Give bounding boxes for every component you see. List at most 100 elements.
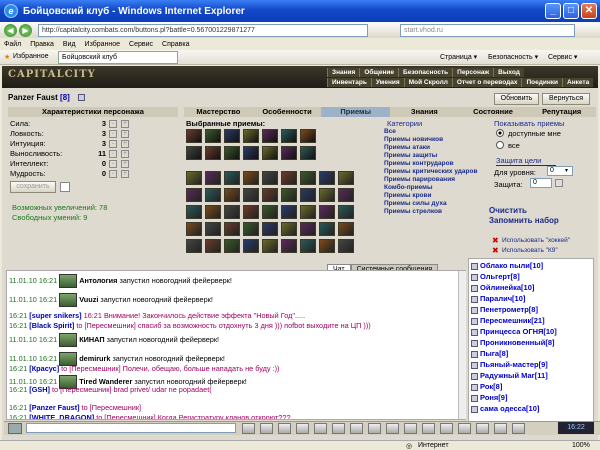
- skill-icon[interactable]: [338, 222, 354, 236]
- minus-icon[interactable]: -: [109, 160, 117, 168]
- plus-icon[interactable]: +: [121, 160, 129, 168]
- protect-input[interactable]: 0: [530, 178, 552, 188]
- skill-icon[interactable]: [243, 188, 259, 202]
- selected-skill-icon[interactable]: [262, 146, 278, 160]
- skill-icon[interactable]: [224, 188, 240, 202]
- user-name[interactable]: Пенетрометр[8]: [480, 305, 538, 314]
- chat-tool-icon[interactable]: [386, 423, 399, 434]
- user-badge-icon[interactable]: [471, 339, 478, 347]
- skill-icon[interactable]: [243, 205, 259, 219]
- skill-icon[interactable]: [281, 205, 297, 219]
- plus-icon[interactable]: +: [121, 150, 129, 158]
- skill-icon[interactable]: [205, 222, 221, 236]
- category-link[interactable]: Приемы защиты: [384, 152, 437, 159]
- minus-icon[interactable]: -: [109, 140, 117, 148]
- save-button[interactable]: сохранить: [10, 181, 56, 193]
- chat-tool-icon[interactable]: [494, 423, 507, 434]
- user-entry[interactable]: Рок[8]: [471, 382, 502, 391]
- chat-user[interactable]: demirurk: [79, 354, 110, 363]
- skill-icon[interactable]: [205, 205, 221, 219]
- menu-edit[interactable]: Правка: [30, 41, 54, 48]
- selected-skill-icon[interactable]: [300, 129, 316, 143]
- skill-icon[interactable]: [281, 239, 297, 253]
- tab-active[interactable]: Бойцовский клуб: [58, 51, 178, 64]
- chat-input[interactable]: [26, 423, 236, 433]
- user-entry[interactable]: Паралич[10]: [471, 294, 525, 303]
- skill-icon[interactable]: [281, 222, 297, 236]
- nav-inventory[interactable]: Инвентарь: [327, 78, 371, 87]
- page-menu[interactable]: Страница ▾: [440, 53, 477, 61]
- skill-icon[interactable]: [224, 222, 240, 236]
- skill-icon[interactable]: [224, 205, 240, 219]
- skill-icon[interactable]: [300, 222, 316, 236]
- user-name[interactable]: Облако пыли[10]: [480, 261, 543, 270]
- user-name[interactable]: Принцесса ОГНЯ[10]: [480, 327, 557, 336]
- selected-skill-icon[interactable]: [186, 146, 202, 160]
- user-badge-icon[interactable]: [471, 394, 478, 402]
- user-entry[interactable]: Ольгерт[8]: [471, 272, 520, 281]
- minimize-button[interactable]: _: [545, 3, 561, 19]
- minus-icon[interactable]: -: [109, 150, 117, 158]
- menu-favorites[interactable]: Избранное: [85, 41, 120, 48]
- selected-skill-icon[interactable]: [281, 129, 297, 143]
- selected-skill-icon[interactable]: [224, 146, 240, 160]
- chevron-down-icon[interactable]: ▾: [565, 167, 568, 174]
- skill-icon[interactable]: [262, 222, 278, 236]
- chat-tool-icon[interactable]: [476, 423, 489, 434]
- skill-icon[interactable]: [300, 171, 316, 185]
- cross-icon[interactable]: ✖: [492, 236, 499, 245]
- skill-icon[interactable]: [262, 205, 278, 219]
- user-badge-icon[interactable]: [471, 350, 478, 358]
- clear-link[interactable]: Очистить: [489, 206, 527, 215]
- skill-icon[interactable]: [319, 239, 335, 253]
- skill-icon[interactable]: [243, 171, 259, 185]
- search-input[interactable]: start.vhod.ru: [400, 24, 575, 37]
- chat-tool-icon[interactable]: [368, 423, 381, 434]
- user-badge-icon[interactable]: [471, 361, 478, 369]
- tab-techniques[interactable]: Приемы: [321, 107, 391, 117]
- skill-icon[interactable]: [319, 222, 335, 236]
- selected-skill-icon[interactable]: [243, 146, 259, 160]
- user-name[interactable]: Проникновенный[8]: [480, 338, 554, 347]
- remember-link[interactable]: Запомнить набор: [489, 216, 559, 225]
- skill-icon[interactable]: [319, 205, 335, 219]
- category-link[interactable]: Приемы стрелков: [384, 208, 442, 215]
- category-link[interactable]: Приемы крови: [384, 192, 432, 199]
- chat-mode-icon[interactable]: [8, 423, 22, 434]
- nav-fights[interactable]: Поединки: [521, 78, 563, 87]
- user-name[interactable]: Пьяный-мастер[9]: [480, 360, 548, 369]
- user-entry[interactable]: Пенетрометр[8]: [471, 305, 538, 314]
- nav-transfers[interactable]: Отчет о переводах: [451, 78, 522, 87]
- chat-tool-icon[interactable]: [314, 423, 327, 434]
- forward-icon[interactable]: ▶: [19, 23, 32, 37]
- chat-user[interactable]: Антология: [79, 276, 117, 285]
- user-badge-icon[interactable]: [471, 405, 478, 413]
- user-name[interactable]: Роня[9]: [480, 393, 507, 402]
- skill-icon[interactable]: [338, 239, 354, 253]
- skill-icon[interactable]: [186, 188, 202, 202]
- plus-icon[interactable]: +: [121, 170, 129, 178]
- skill-icon[interactable]: [281, 188, 297, 202]
- category-link[interactable]: Приемы контрударов: [384, 160, 454, 167]
- category-link[interactable]: Приемы критических ударов: [384, 168, 477, 175]
- chat-tool-icon[interactable]: [422, 423, 435, 434]
- nav-exit[interactable]: Выход: [493, 68, 524, 77]
- menu-view[interactable]: Вид: [63, 41, 76, 48]
- skill-icon[interactable]: [186, 222, 202, 236]
- user-badge-icon[interactable]: [471, 295, 478, 303]
- chat-user[interactable]: [Красус]: [29, 364, 59, 373]
- chat-user[interactable]: [GSH]: [29, 385, 50, 394]
- radio-available[interactable]: [496, 129, 504, 137]
- info-icon[interactable]: [78, 94, 85, 101]
- skill-icon[interactable]: [281, 171, 297, 185]
- skill-icon[interactable]: [300, 188, 316, 202]
- plus-icon[interactable]: +: [121, 130, 129, 138]
- skill-icon[interactable]: [300, 205, 316, 219]
- category-link[interactable]: Комбо-приемы: [384, 184, 433, 191]
- user-badge-icon[interactable]: [471, 284, 478, 292]
- nav-communication[interactable]: Общение: [359, 68, 399, 77]
- zoom-level[interactable]: 100%: [572, 442, 590, 449]
- user-badge-icon[interactable]: [471, 317, 478, 325]
- plus-icon[interactable]: +: [121, 140, 129, 148]
- skill-icon[interactable]: [186, 239, 202, 253]
